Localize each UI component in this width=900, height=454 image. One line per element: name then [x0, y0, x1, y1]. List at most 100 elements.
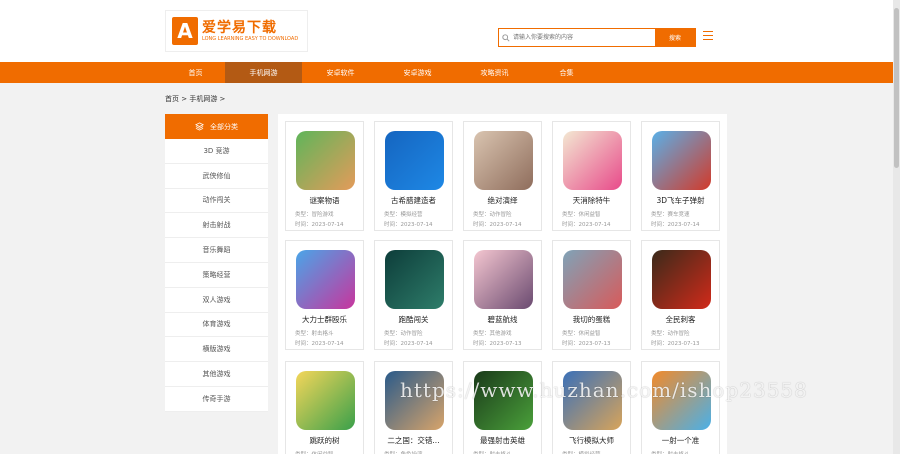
game-icon[interactable]: [474, 250, 533, 309]
game-card[interactable]: 全民刺客类型：动作冒险时间：2023-07-13: [641, 240, 720, 350]
game-name[interactable]: 全民刺客: [642, 314, 719, 325]
game-icon[interactable]: [563, 131, 622, 190]
game-card[interactable]: 我切的蛋糕类型：休闲益智时间：2023-07-13: [552, 240, 631, 350]
game-type: 类型：射击格斗: [473, 450, 512, 454]
game-icon[interactable]: [563, 250, 622, 309]
sidebar-head[interactable]: 全部分类: [165, 114, 268, 139]
nav-item[interactable]: 手机网游: [225, 62, 302, 83]
game-name[interactable]: 谜案物语: [286, 195, 363, 206]
game-card[interactable]: 跳跃的树类型：休闲益智时间：2023-07-13: [285, 361, 364, 454]
game-name[interactable]: 二之国：交错...: [375, 435, 452, 446]
sidebar-item[interactable]: 3D 竞游: [165, 139, 268, 164]
game-time: 时间：2023-07-14: [295, 341, 344, 347]
game-name[interactable]: 我切的蛋糕: [553, 314, 630, 325]
game-name[interactable]: 大力士群殴乐: [286, 314, 363, 325]
game-time: 时间：2023-07-14: [562, 222, 611, 228]
game-time: 时间：2023-07-13: [473, 341, 522, 347]
game-name[interactable]: 跑酷闯关: [375, 314, 452, 325]
game-type: 类型：休闲益智: [562, 331, 601, 337]
game-icon[interactable]: [385, 131, 444, 190]
game-card[interactable]: 飞行模拟大师类型：模拟经营时间：2023-07-13: [552, 361, 631, 454]
sidebar-item[interactable]: 体育游戏: [165, 313, 268, 338]
game-type: 类型：休闲益智: [562, 212, 601, 218]
game-name[interactable]: 天消除特牛: [553, 195, 630, 206]
game-card[interactable]: 碧蓝航线类型：其他游戏时间：2023-07-13: [463, 240, 542, 350]
game-icon[interactable]: [652, 131, 711, 190]
game-type: 类型：赛车竞速: [651, 212, 690, 218]
game-name[interactable]: 绝对演绎: [464, 195, 541, 206]
game-type: 类型：模拟经营: [384, 212, 423, 218]
nav-item[interactable]: 首页: [157, 62, 234, 83]
game-card[interactable]: 绝对演绎类型：动作冒险时间：2023-07-14: [463, 121, 542, 231]
game-card[interactable]: 谜案物语 类型：冒险游戏 时间：2023-07-14: [285, 121, 364, 231]
sidebar-item[interactable]: 射击射战: [165, 213, 268, 239]
game-time: 时间：2023-07-13: [651, 341, 700, 347]
game-icon[interactable]: [296, 371, 355, 430]
game-type: 类型：休闲益智: [295, 450, 334, 454]
game-card[interactable]: 大力士群殴乐类型：射击格斗时间：2023-07-14: [285, 240, 364, 350]
game-name[interactable]: 碧蓝航线: [464, 314, 541, 325]
game-name[interactable]: 古希腊建造者: [375, 195, 452, 206]
sidebar-item[interactable]: 音乐舞蹈: [165, 238, 268, 263]
game-name[interactable]: 一射一个准: [642, 435, 719, 446]
category-icon: [195, 122, 204, 131]
game-icon[interactable]: [296, 131, 355, 190]
sidebar-item[interactable]: 策略经营: [165, 263, 268, 288]
game-icon[interactable]: [385, 371, 444, 430]
game-time: 时间：2023-07-14: [384, 222, 433, 228]
sidebar-item[interactable]: 双人游戏: [165, 288, 268, 313]
game-type: 类型：动作冒险: [651, 331, 690, 337]
game-type: 类型：射击格斗: [651, 450, 690, 454]
search-button[interactable]: 搜索: [655, 29, 695, 46]
game-type: 类型：模拟经营: [562, 450, 601, 454]
game-time: 时间：2023-07-13: [562, 341, 611, 347]
breadcrumb[interactable]: 首页 > 手机网游 >: [165, 94, 225, 104]
sidebar-item[interactable]: 传奇手游: [165, 387, 268, 412]
nav-item[interactable]: 攻略资讯: [456, 62, 533, 83]
game-grid: 谜案物语 类型：冒险游戏 时间：2023-07-14 古希腊建造者 类型：模拟经营 时间：…: [278, 114, 727, 454]
game-card[interactable]: 最强射击英雄类型：射击格斗时间：2023-07-13: [463, 361, 542, 454]
header: A 爱学易下载 LONG LEARNING EASY TO DOWNLOAD 搜…: [0, 0, 900, 62]
game-card[interactable]: 跑酷闯关 类型：动作冒险 时间：2023-07-14: [374, 240, 453, 350]
game-type: 类型：动作冒险: [473, 212, 512, 218]
game-icon[interactable]: [474, 371, 533, 430]
game-name[interactable]: 飞行模拟大师: [553, 435, 630, 446]
game-type: 类型：射击格斗: [295, 331, 334, 337]
search-icon: [499, 29, 513, 46]
menu-icon[interactable]: [703, 31, 713, 41]
search-input[interactable]: [513, 29, 655, 46]
site-logo[interactable]: A 爱学易下载 LONG LEARNING EASY TO DOWNLOAD: [165, 10, 308, 52]
logo-mark: A: [172, 17, 198, 45]
game-time: 时间：2023-07-14: [473, 222, 522, 228]
game-name[interactable]: 跳跃的树: [286, 435, 363, 446]
game-name[interactable]: 最强射击英雄: [464, 435, 541, 446]
sidebar-item[interactable]: 武侠修仙: [165, 164, 268, 189]
game-card[interactable]: 古希腊建造者类型：模拟经营时间：2023-07-14: [374, 121, 453, 231]
game-icon[interactable]: [563, 371, 622, 430]
sidebar-item[interactable]: 动作闯关: [165, 189, 268, 214]
game-name[interactable]: 3D飞车子弹射: [642, 195, 719, 206]
logo-text: 爱学易下载 LONG LEARNING EASY TO DOWNLOAD: [202, 20, 298, 43]
game-type: 类型：动作冒险: [384, 331, 423, 337]
scroll-thumb[interactable]: [894, 8, 899, 168]
game-card[interactable]: 3D飞车子弹射类型：赛车竞速时间：2023-07-14: [641, 121, 720, 231]
nav-item[interactable]: 安卓软件: [302, 62, 379, 83]
game-time: 时间：2023-07-14: [651, 222, 700, 228]
game-card[interactable]: 天消除特牛类型：休闲益智时间：2023-07-14: [552, 121, 631, 231]
game-icon[interactable]: [385, 250, 444, 309]
game-type: 类型：其他游戏: [473, 331, 512, 337]
sidebar-item[interactable]: 其他游戏: [165, 362, 268, 387]
game-icon[interactable]: [474, 131, 533, 190]
scrollbar[interactable]: [893, 0, 900, 454]
game-type: 类型：角色扮演: [384, 450, 423, 454]
logo-subtitle: LONG LEARNING EASY TO DOWNLOAD: [202, 35, 299, 42]
game-card[interactable]: 一射一个准类型：射击格斗时间：2023-07-13: [641, 361, 720, 454]
game-icon[interactable]: [652, 250, 711, 309]
main-nav: 首页 手机网游 安卓软件 安卓游戏 攻略资讯 合集: [0, 62, 900, 83]
sidebar-item[interactable]: 横版游戏: [165, 337, 268, 363]
nav-item[interactable]: 合集: [528, 62, 605, 83]
game-icon[interactable]: [652, 371, 711, 430]
nav-item[interactable]: 安卓游戏: [379, 62, 456, 83]
game-card[interactable]: 二之国：交错...类型：角色扮演时间：2023-07-13: [374, 361, 453, 454]
game-icon[interactable]: [296, 250, 355, 309]
